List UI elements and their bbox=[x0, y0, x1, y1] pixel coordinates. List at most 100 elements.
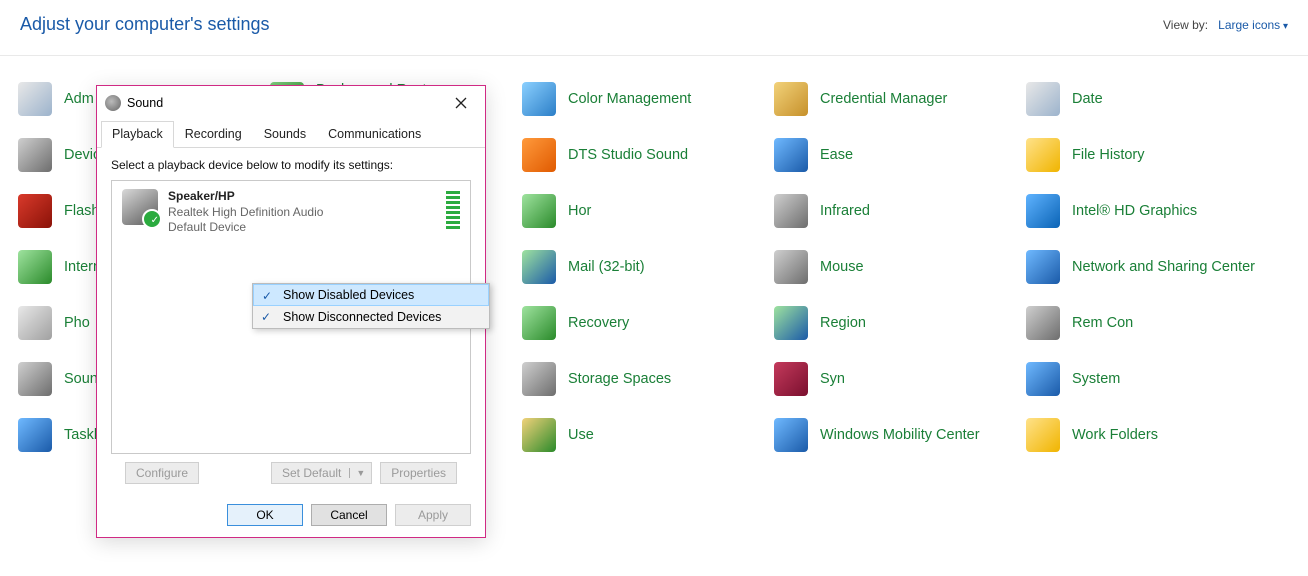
cp-label: Infrared bbox=[820, 203, 870, 220]
cp-icon bbox=[522, 362, 556, 396]
cp-item[interactable]: Rem Con bbox=[1022, 304, 1270, 342]
cp-item[interactable]: Recovery bbox=[518, 304, 766, 342]
cp-icon bbox=[522, 250, 556, 284]
cp-item[interactable]: System bbox=[1022, 360, 1270, 398]
tab-communications[interactable]: Communications bbox=[317, 121, 432, 148]
set-default-button: Set Default ▼ bbox=[271, 462, 372, 484]
page-title: Adjust your computer's settings bbox=[20, 14, 270, 35]
cp-label: Recovery bbox=[568, 315, 629, 332]
cp-item[interactable]: Mail (32-bit) bbox=[518, 248, 766, 286]
device-button-row: Configure Set Default ▼ Properties bbox=[111, 454, 471, 492]
cp-label: Adm bbox=[64, 91, 94, 108]
cp-item[interactable]: Windows Mobility Center bbox=[770, 416, 1018, 454]
chevron-down-icon: ▼ bbox=[349, 468, 371, 478]
cp-label: Pho bbox=[64, 315, 90, 332]
cp-icon bbox=[774, 250, 808, 284]
cp-icon bbox=[522, 82, 556, 116]
cp-item[interactable]: Intel® HD Graphics bbox=[1022, 192, 1270, 230]
ctx-show-disabled[interactable]: ✓ Show Disabled Devices bbox=[253, 284, 489, 306]
cp-icon bbox=[774, 362, 808, 396]
cp-label: Mouse bbox=[820, 259, 864, 276]
apply-button: Apply bbox=[395, 504, 471, 526]
cp-item[interactable]: Infrared bbox=[770, 192, 1018, 230]
cp-label: Use bbox=[568, 427, 594, 444]
dialog-button-row: OK Cancel Apply bbox=[97, 498, 485, 536]
device-sub1: Realtek High Definition Audio bbox=[168, 205, 323, 221]
viewby-controls: View by: Large icons bbox=[1163, 18, 1288, 32]
cp-label: File History bbox=[1072, 147, 1145, 164]
cp-item[interactable]: Use bbox=[518, 416, 766, 454]
cp-label: System bbox=[1072, 371, 1120, 388]
ctx-show-disconnected[interactable]: ✓ Show Disconnected Devices bbox=[253, 306, 489, 328]
cp-icon bbox=[774, 82, 808, 116]
cp-icon bbox=[522, 138, 556, 172]
ok-button[interactable]: OK bbox=[227, 504, 303, 526]
device-text: Speaker/HP Realtek High Definition Audio… bbox=[168, 189, 323, 236]
check-icon: ✓ bbox=[261, 310, 271, 324]
cp-item[interactable]: Credential Manager bbox=[770, 80, 1018, 118]
cp-icon bbox=[18, 362, 52, 396]
dialog-title: Sound bbox=[127, 96, 163, 110]
tab-sounds[interactable]: Sounds bbox=[253, 121, 317, 148]
cp-icon bbox=[774, 306, 808, 340]
close-button[interactable] bbox=[445, 92, 477, 114]
cp-item[interactable]: Hor bbox=[518, 192, 766, 230]
cp-label: Date bbox=[1072, 91, 1103, 108]
properties-button: Properties bbox=[380, 462, 457, 484]
cp-icon bbox=[1026, 82, 1060, 116]
dialog-titlebar[interactable]: Sound bbox=[97, 86, 485, 120]
cp-item[interactable]: Ease bbox=[770, 136, 1018, 174]
cp-label: Network and Sharing Center bbox=[1072, 259, 1255, 276]
cp-item[interactable]: Date bbox=[1022, 80, 1270, 118]
cp-icon bbox=[522, 306, 556, 340]
cp-icon bbox=[18, 418, 52, 452]
cp-icon bbox=[18, 250, 52, 284]
viewby-label: View by: bbox=[1163, 18, 1208, 32]
cp-icon bbox=[18, 138, 52, 172]
cp-item[interactable]: File History bbox=[1022, 136, 1270, 174]
control-panel-header: Adjust your computer's settings View by:… bbox=[0, 0, 1308, 56]
device-list[interactable]: ✓ Speaker/HP Realtek High Definition Aud… bbox=[111, 180, 471, 454]
cp-item[interactable]: Syn bbox=[770, 360, 1018, 398]
cp-icon bbox=[774, 194, 808, 228]
cp-label: Windows Mobility Center bbox=[820, 427, 980, 444]
cp-item[interactable]: Region bbox=[770, 304, 1018, 342]
cp-icon bbox=[1026, 362, 1060, 396]
device-name: Speaker/HP bbox=[168, 189, 323, 205]
viewby-dropdown[interactable]: Large icons bbox=[1218, 18, 1288, 32]
cp-icon bbox=[1026, 306, 1060, 340]
cp-label: Intel® HD Graphics bbox=[1072, 203, 1197, 220]
cp-icon bbox=[18, 194, 52, 228]
cp-icon bbox=[774, 138, 808, 172]
cp-icon bbox=[1026, 194, 1060, 228]
cp-item[interactable]: DTS Studio Sound bbox=[518, 136, 766, 174]
level-meter-icon bbox=[446, 189, 460, 236]
cp-item[interactable]: Storage Spaces bbox=[518, 360, 766, 398]
sound-icon bbox=[105, 95, 121, 111]
configure-button: Configure bbox=[125, 462, 199, 484]
cp-icon bbox=[522, 194, 556, 228]
cp-icon bbox=[18, 82, 52, 116]
speaker-icon: ✓ bbox=[122, 189, 158, 225]
cancel-button[interactable]: Cancel bbox=[311, 504, 387, 526]
cp-icon bbox=[1026, 250, 1060, 284]
check-icon: ✓ bbox=[262, 289, 272, 303]
set-default-label: Set Default bbox=[282, 466, 341, 480]
cp-item[interactable]: Color Management bbox=[518, 80, 766, 118]
cp-label: Syn bbox=[820, 371, 845, 388]
cp-label: Work Folders bbox=[1072, 427, 1158, 444]
cp-label: Storage Spaces bbox=[568, 371, 671, 388]
device-sub2: Default Device bbox=[168, 220, 323, 236]
cp-icon bbox=[522, 418, 556, 452]
cp-item[interactable]: Work Folders bbox=[1022, 416, 1270, 454]
tab-recording[interactable]: Recording bbox=[174, 121, 253, 148]
ctx-show-disabled-label: Show Disabled Devices bbox=[283, 288, 414, 302]
cp-item[interactable]: Network and Sharing Center bbox=[1022, 248, 1270, 286]
device-item-speaker[interactable]: ✓ Speaker/HP Realtek High Definition Aud… bbox=[112, 181, 470, 244]
ctx-show-disconnected-label: Show Disconnected Devices bbox=[283, 310, 441, 324]
cp-label: Credential Manager bbox=[820, 91, 947, 108]
cp-label: Ease bbox=[820, 147, 853, 164]
cp-item[interactable]: Mouse bbox=[770, 248, 1018, 286]
cp-label: DTS Studio Sound bbox=[568, 147, 688, 164]
tab-playback[interactable]: Playback bbox=[101, 121, 174, 148]
